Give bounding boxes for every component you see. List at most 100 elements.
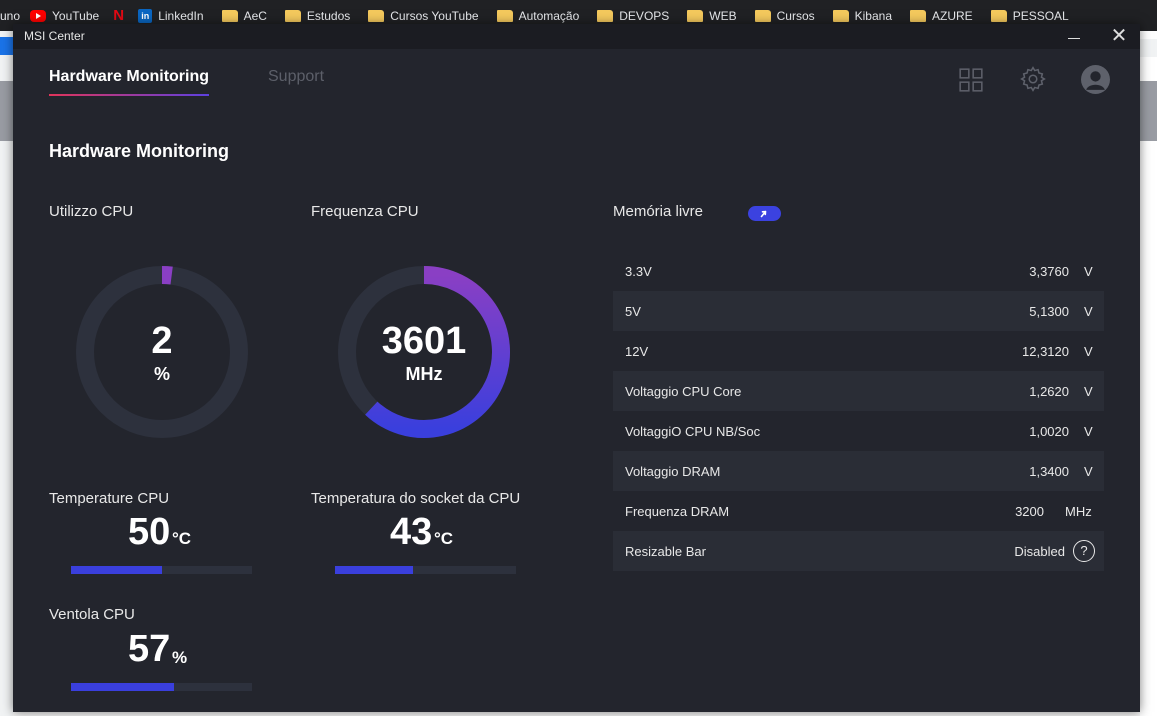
cpu-usage-value: 2	[151, 320, 173, 362]
folder-icon	[687, 9, 704, 22]
row-unit: V	[1084, 424, 1093, 439]
row-name: VoltaggiO CPU NB/Soc	[625, 424, 761, 439]
bookmark-label: Kibana	[854, 8, 893, 23]
table-row: Voltaggio CPU Core 1,2620 V	[613, 371, 1104, 411]
cpu-temperature-unit: °C	[172, 529, 192, 548]
bookmark-label: LinkedIn	[158, 8, 204, 23]
row-value: 12,3120	[1022, 344, 1069, 359]
background-strip	[0, 37, 13, 55]
row-name: 12V	[625, 344, 649, 359]
row-value: Disabled	[1014, 544, 1065, 559]
row-unit: V	[1084, 264, 1093, 279]
bookmark-label: Estudos	[306, 8, 351, 23]
row-name: Voltaggio DRAM	[625, 464, 721, 479]
table-row: 5V 5,1300 V	[613, 291, 1104, 331]
free-memory-label: Memória livre	[613, 203, 704, 220]
socket-temperature-bar	[335, 566, 516, 574]
help-icon[interactable]: ?	[1073, 540, 1095, 562]
row-value: 5,1300	[1029, 304, 1069, 319]
folder-icon	[754, 9, 771, 22]
folder-icon	[990, 9, 1007, 22]
avatar-icon[interactable]	[1081, 65, 1110, 94]
folder-icon	[597, 9, 614, 22]
bookmark-label: AeC	[243, 8, 267, 23]
background-strip	[0, 81, 13, 141]
row-unit: V	[1084, 464, 1093, 479]
cpu-usage-label: Utilizzo CPU	[49, 203, 134, 220]
row-name: Frequenza DRAM	[625, 504, 730, 519]
table-row: Resizable Bar Disabled ?	[613, 531, 1104, 571]
top-navigation: Hardware Monitoring Support	[13, 49, 1140, 119]
background-page-left	[0, 31, 13, 716]
grid-icon[interactable]	[958, 67, 984, 93]
table-row: Frequenza DRAM 3200 MHz	[613, 491, 1104, 531]
bookmark-label: Cursos YouTube	[390, 8, 479, 23]
netflix-icon: N	[113, 6, 125, 24]
folder-icon	[496, 9, 513, 22]
row-value: 1,3400	[1029, 464, 1069, 479]
cpu-temperature-label: Temperature CPU	[49, 490, 170, 507]
folder-icon	[368, 9, 385, 22]
cpu-usage-unit: %	[153, 364, 170, 384]
expand-toggle-button[interactable]	[748, 206, 781, 221]
row-unit: V	[1084, 384, 1093, 399]
folder-icon	[832, 9, 849, 22]
bookmark-label: Automação	[518, 8, 580, 23]
cpu-temperature-value: 50	[128, 511, 171, 553]
row-value: 3,3760	[1029, 264, 1069, 279]
socket-temperature-value: 43	[390, 511, 433, 553]
row-name: Resizable Bar	[625, 544, 706, 559]
page-title: Hardware Monitoring	[49, 141, 230, 161]
tab-hardware-monitoring[interactable]: Hardware Monitoring	[49, 68, 210, 96]
bookmark-label: WEB	[709, 8, 737, 23]
minimize-button[interactable]	[1051, 24, 1095, 49]
row-name: 5V	[625, 304, 641, 319]
table-row: Voltaggio DRAM 1,3400 V	[613, 451, 1104, 491]
row-name: 3.3V	[625, 264, 652, 279]
window-title: MSI Center	[24, 29, 85, 43]
row-name: Voltaggio CPU Core	[625, 384, 742, 399]
background-page-right	[1140, 31, 1157, 716]
folder-icon	[221, 9, 238, 22]
gear-icon[interactable]	[1020, 66, 1046, 92]
cpu-fan-bar-fill	[71, 683, 175, 691]
cpu-usage-arc	[161, 266, 173, 285]
title-bar: MSI Center ✕	[13, 24, 1140, 49]
cpu-frequency-unit: MHz	[405, 364, 443, 384]
socket-temperature-unit: °C	[434, 529, 454, 548]
bookmark-label: PESSOAL	[1012, 8, 1069, 23]
cpu-temperature-bar-fill	[71, 566, 162, 574]
folder-icon	[910, 9, 927, 22]
table-row: VoltaggiO CPU NB/Soc 1,0020 V	[613, 411, 1104, 451]
cpu-fan-bar	[71, 683, 252, 691]
table-row: 3.3V 3,3760 V	[613, 251, 1104, 291]
tab-support[interactable]: Support	[268, 68, 324, 96]
bookmark-label: DEVOPS	[619, 8, 670, 23]
bookmark-label: YouTube	[52, 8, 100, 23]
bookmark-label: Cursos	[776, 8, 815, 23]
cpu-fan-unit: %	[172, 648, 188, 667]
row-value: 3200	[1015, 504, 1044, 519]
voltage-table: 3.3V 3,3760 V 5V 5,1300 V 12V 12,3120 V …	[613, 251, 1104, 571]
row-unit: MHz	[1065, 504, 1092, 519]
cpu-frequency-label: Frequenza CPU	[311, 203, 419, 220]
table-row: 12V 12,3120 V	[613, 331, 1104, 371]
close-button[interactable]: ✕	[1097, 24, 1140, 49]
youtube-icon	[30, 9, 47, 22]
row-value: 1,0020	[1029, 424, 1069, 439]
socket-temperature-label: Temperatura do socket da CPU	[311, 490, 521, 507]
bookmark-label: AZURE	[932, 8, 973, 23]
row-value: 1,2620	[1029, 384, 1069, 399]
bookmark-label: uno	[0, 8, 21, 23]
cpu-frequency-value: 3601	[381, 320, 467, 362]
cpu-temperature-bar	[71, 566, 252, 574]
socket-temperature-bar-fill	[335, 566, 413, 574]
cpu-fan-label: Ventola CPU	[49, 606, 135, 623]
row-unit: V	[1084, 304, 1093, 319]
linkedin-icon: in	[138, 8, 153, 23]
msi-center-window: MSI Center ✕ Hardware Monitoring Support…	[13, 24, 1140, 712]
cpu-fan-value: 57	[128, 628, 171, 670]
row-unit: V	[1084, 344, 1093, 359]
folder-icon	[284, 9, 301, 22]
arrow-up-icon	[760, 210, 767, 218]
